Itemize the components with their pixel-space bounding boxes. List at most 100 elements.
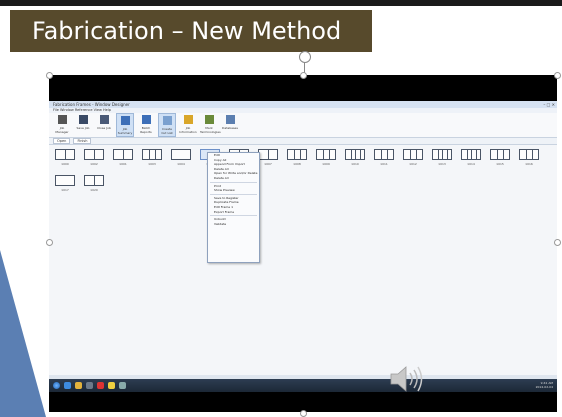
window-thumbnail[interactable] xyxy=(345,149,365,160)
hammer-icon xyxy=(57,115,67,124)
resize-handle[interactable] xyxy=(46,72,53,79)
window-thumbnail[interactable] xyxy=(142,149,162,160)
window-controls[interactable]: – □ ✕ xyxy=(543,101,555,108)
window-thumbnail[interactable] xyxy=(519,149,539,160)
folder-icon[interactable] xyxy=(75,382,82,389)
resize-handle[interactable] xyxy=(554,72,561,79)
mullion-line xyxy=(350,150,352,159)
pdf-icon[interactable] xyxy=(97,382,104,389)
window-thumbnail[interactable] xyxy=(403,149,423,160)
mullion-line xyxy=(65,150,66,159)
ribbon-button-label: Databases xyxy=(222,126,238,130)
mullion-line xyxy=(387,150,388,159)
ribbon-button[interactable]: Create Cut List xyxy=(158,113,176,137)
mullion-line xyxy=(466,150,468,159)
tab-strip: Open Finish xyxy=(49,138,557,145)
thumbnail-label: 1014 xyxy=(467,162,475,166)
mullion-line xyxy=(442,150,443,159)
window-thumbnail[interactable] xyxy=(258,149,278,160)
gear-icon xyxy=(204,115,214,124)
resize-handle[interactable] xyxy=(554,239,561,246)
info-icon xyxy=(183,115,193,124)
tray-date: 2014-02-04 xyxy=(535,384,553,389)
ribbon-button-label: Batch Reports xyxy=(140,126,152,134)
window-titlebar: Fabrication Frames - Window Designer – □… xyxy=(49,101,557,108)
mullion-line xyxy=(416,150,417,159)
rotation-handle[interactable] xyxy=(299,51,311,63)
mullion-line xyxy=(268,150,269,159)
browser-icon[interactable] xyxy=(64,382,71,389)
system-tray-clock[interactable]: 9:41 AM 2014-02-04 xyxy=(535,381,553,389)
window-thumbnail[interactable] xyxy=(113,149,133,160)
thumbnail-label: 1003 xyxy=(148,162,156,166)
ribbon-button-label: Job Summary xyxy=(117,127,133,135)
grid-icon xyxy=(120,116,130,125)
context-menu-item[interactable]: Show Preview xyxy=(208,188,259,193)
window-thumbnail[interactable] xyxy=(432,149,452,160)
mullion-line xyxy=(355,150,356,159)
mullion-line xyxy=(294,150,295,159)
window-thumbnail[interactable] xyxy=(461,149,481,160)
thumbnail-label: 1002 xyxy=(90,162,98,166)
start-button[interactable] xyxy=(53,382,60,389)
ribbon-button[interactable]: Job Manager xyxy=(53,113,71,137)
tab-finish[interactable]: Finish xyxy=(73,138,92,144)
thumbnail-label: 1008 xyxy=(293,162,301,166)
close-job-icon xyxy=(99,115,109,124)
ribbon-button[interactable]: Job Summary xyxy=(116,113,134,137)
ribbon-button[interactable]: Mark Terminologies xyxy=(200,113,221,137)
resize-handle[interactable] xyxy=(46,239,53,246)
thumbnail-label: 1020 xyxy=(90,188,98,192)
mullion-line xyxy=(329,150,330,159)
window-thumbnail[interactable] xyxy=(374,149,394,160)
mullion-line xyxy=(410,150,411,159)
context-menu-item[interactable]: Validate xyxy=(208,222,259,227)
tab-open[interactable]: Open xyxy=(53,138,71,144)
ribbon-button-label: Job Information xyxy=(179,126,197,134)
thumbnail-label: 1017 xyxy=(61,188,69,192)
window-thumbnail[interactable] xyxy=(316,149,336,160)
window-thumbnail[interactable] xyxy=(171,149,191,160)
window-thumbnail[interactable] xyxy=(490,149,510,160)
ribbon-button-label: Create Cut List xyxy=(161,127,173,135)
video-screenshot: Fabrication Frames - Window Designer – □… xyxy=(49,101,557,392)
menu-separator xyxy=(210,193,257,195)
ribbon-button[interactable]: Close Job xyxy=(95,113,113,137)
mullion-line xyxy=(526,150,527,159)
taskbar: 9:41 AM 2014-02-04 xyxy=(49,379,557,392)
slide-title: Fabrication – New Method xyxy=(10,10,372,52)
app-icon[interactable] xyxy=(119,382,126,389)
context-menu-item[interactable]: Export Frame xyxy=(208,210,259,215)
resize-handle[interactable] xyxy=(300,72,307,79)
thumbnail-label: 1012 xyxy=(409,162,417,166)
mullion-line xyxy=(149,150,150,159)
window-thumbnail[interactable] xyxy=(84,175,104,186)
mullion-line xyxy=(300,150,301,159)
window-thumbnail[interactable] xyxy=(287,149,307,160)
window-thumbnail[interactable] xyxy=(55,175,75,186)
thumbnail-label: 1016 xyxy=(525,162,533,166)
context-menu-item[interactable]: Delete All xyxy=(208,176,259,181)
mullion-line xyxy=(94,150,95,159)
ribbon-button[interactable]: Save Job xyxy=(74,113,92,137)
thumbnail-label: 1000 xyxy=(61,162,69,166)
embedded-video[interactable]: Fabrication Frames - Window Designer – □… xyxy=(49,75,557,412)
ribbon-button[interactable]: Batch Reports xyxy=(137,113,155,137)
window-thumbnail[interactable] xyxy=(84,149,104,160)
ribbon-button-label: Mark Terminologies xyxy=(200,126,221,134)
context-menu: Edit Copy All Append From Import Delete All… xyxy=(207,152,260,263)
window-title: Fabrication Frames - Window Designer xyxy=(53,102,130,107)
ribbon-button[interactable]: Databases xyxy=(221,113,239,137)
app-icon[interactable] xyxy=(86,382,93,389)
resize-handle[interactable] xyxy=(300,410,307,417)
app-icon[interactable] xyxy=(108,382,115,389)
window-thumbnail[interactable] xyxy=(55,149,75,160)
thumbnail-label: 1011 xyxy=(380,162,388,166)
mullion-line xyxy=(94,176,95,185)
mullion-line xyxy=(471,150,472,159)
mullion-line xyxy=(497,150,498,159)
speaker-icon[interactable] xyxy=(389,364,425,392)
ribbon-button[interactable]: Job Information xyxy=(179,113,197,137)
thumbnail-label: 1009 xyxy=(322,162,330,166)
menu-separator xyxy=(210,181,257,183)
